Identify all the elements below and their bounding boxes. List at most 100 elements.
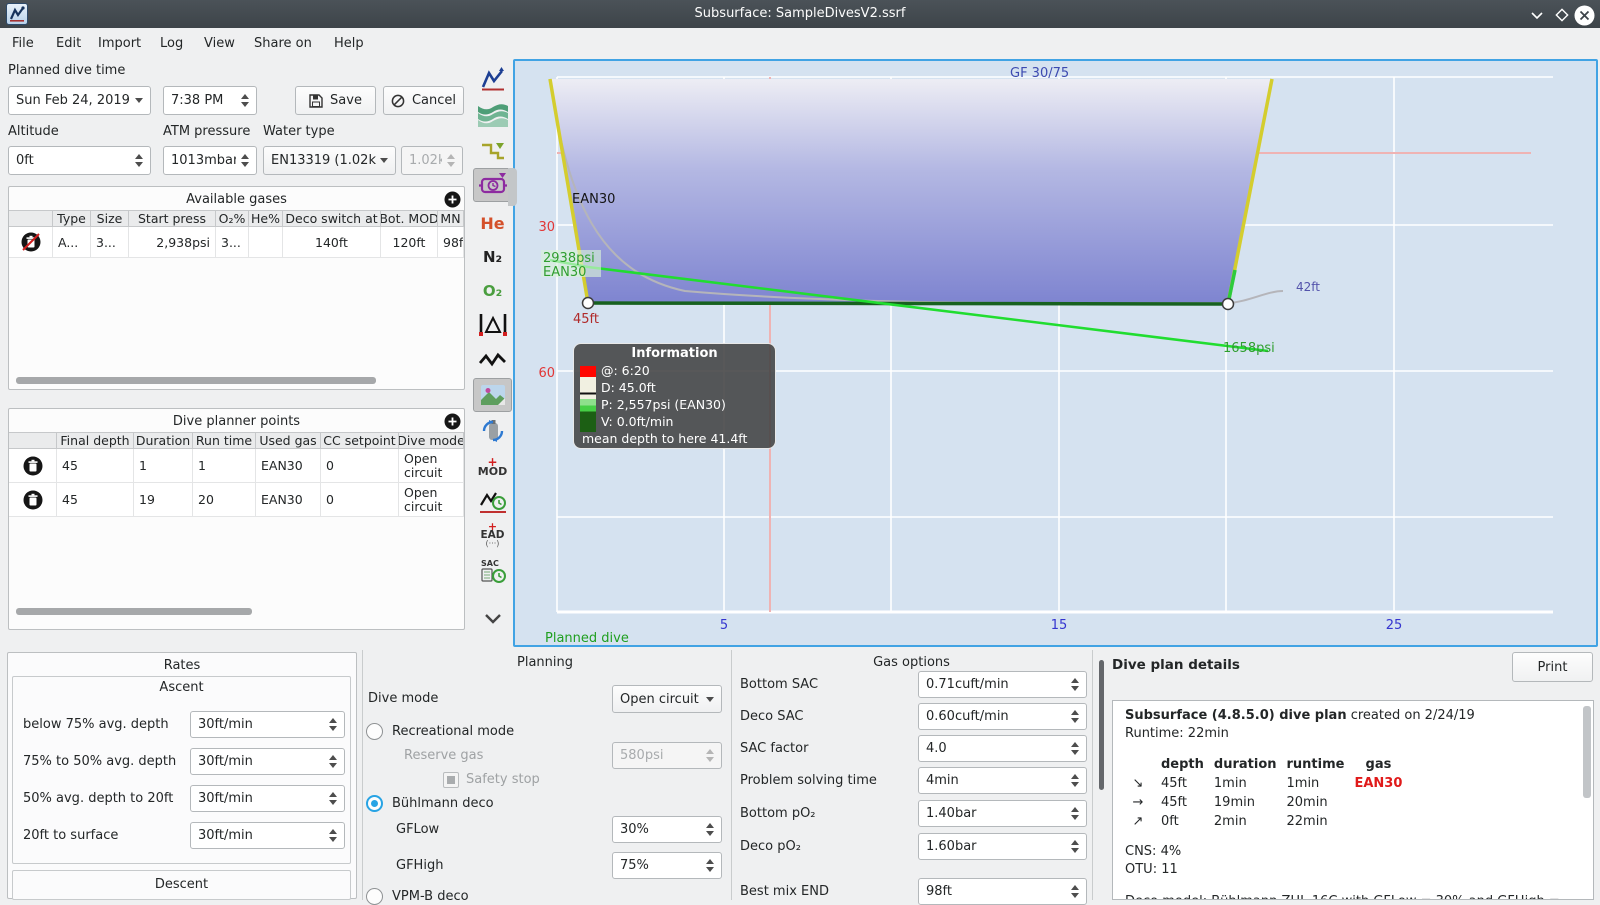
plan-text-scrollbar[interactable] bbox=[1583, 706, 1591, 798]
gas-bot-mod-cell[interactable]: 120ft bbox=[381, 227, 438, 258]
add-gas-button[interactable] bbox=[444, 191, 461, 208]
altitude-spinbox[interactable]: 0ft bbox=[8, 146, 151, 175]
buhlmann-deco-radio[interactable] bbox=[366, 795, 383, 812]
menu-import[interactable]: Import bbox=[94, 34, 145, 53]
toolbar-dc-ceiling-icon[interactable] bbox=[473, 168, 512, 202]
points-col-final-depth[interactable]: Final depth bbox=[57, 432, 134, 449]
dive-plan-text[interactable]: Subsurface (4.8.5.0) dive plan created o… bbox=[1112, 700, 1594, 900]
gas-o2-cell[interactable]: 3... bbox=[216, 227, 249, 258]
points-horizontal-scrollbar[interactable] bbox=[16, 608, 252, 615]
gflow-spinbox[interactable]: 30% bbox=[612, 816, 722, 843]
point-cc-setpoint-cell[interactable]: 0 bbox=[321, 449, 399, 483]
spinner-arrows-icon[interactable] bbox=[701, 823, 714, 836]
point-used-gas-cell[interactable]: EAN30 bbox=[256, 483, 321, 517]
spinner-arrows-icon[interactable] bbox=[1066, 710, 1079, 723]
gas-type-cell[interactable]: A... bbox=[53, 227, 91, 258]
best-mix-end-spinbox[interactable]: 98ft bbox=[918, 878, 1087, 905]
gases-col-bot-mod[interactable]: Bot. MOD bbox=[381, 210, 438, 227]
toolbar-photos-icon[interactable] bbox=[473, 378, 512, 412]
save-button[interactable]: Save bbox=[295, 86, 376, 115]
cancel-button[interactable]: Cancel bbox=[383, 86, 464, 115]
gases-col-start-press[interactable]: Start press bbox=[129, 210, 216, 227]
dive-date-combobox[interactable]: Sun Feb 24, 2019 bbox=[8, 86, 151, 115]
delete-point-icon[interactable] bbox=[9, 483, 57, 517]
vpmb-deco-radio[interactable] bbox=[366, 888, 383, 905]
toolbar-o2-icon[interactable]: O₂ bbox=[473, 274, 512, 308]
gas-mnd-cell[interactable]: 98f bbox=[438, 227, 464, 258]
point-used-gas-cell[interactable]: EAN30 bbox=[256, 449, 321, 483]
bottom-po2-spinbox[interactable]: 1.40bar bbox=[918, 800, 1087, 827]
menu-view[interactable]: View bbox=[200, 34, 239, 53]
points-col-duration[interactable]: Duration bbox=[134, 432, 193, 449]
dive-mode-combobox[interactable]: Open circuit bbox=[612, 685, 722, 713]
menu-file[interactable]: File bbox=[8, 34, 38, 53]
add-point-button[interactable] bbox=[444, 413, 461, 430]
points-col-used-gas[interactable]: Used gas bbox=[256, 432, 321, 449]
spinner-arrows-icon[interactable] bbox=[324, 755, 337, 768]
spinner-arrows-icon[interactable] bbox=[236, 94, 249, 107]
rate-spinbox-3[interactable]: 30ft/min bbox=[190, 785, 345, 812]
deco-sac-spinbox[interactable]: 0.60cuft/min bbox=[918, 703, 1087, 730]
gfhigh-spinbox[interactable]: 75% bbox=[612, 852, 722, 879]
dive-time-spinbox[interactable]: 7:38 PM bbox=[163, 86, 257, 115]
spinner-arrows-icon[interactable] bbox=[236, 154, 249, 167]
points-col-cc-setpoint[interactable]: CC setpoint bbox=[321, 432, 399, 449]
atm-pressure-spinbox[interactable]: 1013mbar bbox=[163, 146, 257, 175]
point-dive-mode-cell[interactable]: Open circuit bbox=[399, 449, 464, 483]
toolbar-ead-icon[interactable]: + EAD (···) bbox=[473, 518, 512, 552]
point-duration-cell[interactable]: 19 bbox=[134, 483, 193, 517]
spinner-arrows-icon[interactable] bbox=[1066, 742, 1079, 755]
gases-horizontal-scrollbar[interactable] bbox=[16, 377, 376, 384]
toolbar-dive-time-icon[interactable] bbox=[473, 484, 512, 518]
point-cc-setpoint-cell[interactable]: 0 bbox=[321, 483, 399, 517]
toolbar-scroll-down-icon[interactable] bbox=[473, 602, 512, 636]
sac-factor-spinbox[interactable]: 4.0 bbox=[918, 735, 1087, 762]
rate-spinbox-1[interactable]: 30ft/min bbox=[190, 711, 345, 738]
point-run-time-cell[interactable]: 20 bbox=[193, 483, 256, 517]
spinner-arrows-icon[interactable] bbox=[1066, 885, 1079, 898]
delete-gas-icon[interactable] bbox=[9, 227, 53, 258]
title-bar[interactable]: Subsurface: SampleDivesV2.ssrf bbox=[0, 0, 1600, 28]
spinner-arrows-icon[interactable] bbox=[701, 859, 714, 872]
recreational-mode-radio[interactable] bbox=[366, 723, 383, 740]
spinner-arrows-icon[interactable] bbox=[1066, 678, 1079, 691]
gas-he-cell[interactable] bbox=[249, 227, 283, 258]
toolbar-calculated-ceiling-icon[interactable] bbox=[473, 134, 512, 168]
point-duration-cell[interactable]: 1 bbox=[134, 449, 193, 483]
spinner-arrows-icon[interactable] bbox=[1066, 807, 1079, 820]
spinner-arrows-icon[interactable] bbox=[130, 154, 143, 167]
point-final-depth-cell[interactable]: 45 bbox=[57, 449, 134, 483]
point-run-time-cell[interactable]: 1 bbox=[193, 449, 256, 483]
problem-solving-time-spinbox[interactable]: 4min bbox=[918, 767, 1087, 794]
toolbar-gas-change-icon[interactable] bbox=[473, 414, 512, 448]
gases-col-deco-switch[interactable]: Deco switch at bbox=[283, 210, 381, 227]
bottom-sac-spinbox[interactable]: 0.71cuft/min bbox=[918, 671, 1087, 698]
print-button[interactable]: Print bbox=[1512, 652, 1593, 682]
gases-col-o2[interactable]: O₂% bbox=[216, 210, 249, 227]
spinner-arrows-icon[interactable] bbox=[324, 718, 337, 731]
toolbar-dive-profile-icon[interactable] bbox=[473, 62, 512, 96]
waypoint-handle[interactable] bbox=[581, 296, 595, 310]
toolbar-heart-rate-icon[interactable] bbox=[473, 344, 512, 378]
toolbar-he-icon[interactable]: He bbox=[473, 206, 512, 240]
point-dive-mode-cell[interactable]: Open circuit bbox=[399, 483, 464, 517]
waypoint-handle[interactable] bbox=[1221, 297, 1235, 311]
spinner-arrows-icon[interactable] bbox=[324, 829, 337, 842]
menu-help[interactable]: Help bbox=[330, 34, 368, 53]
delete-point-icon[interactable] bbox=[9, 449, 57, 483]
maximize-button[interactable] bbox=[1551, 4, 1573, 26]
spinner-arrows-icon[interactable] bbox=[324, 792, 337, 805]
gas-start-press-cell[interactable]: 2,938psi bbox=[129, 227, 216, 258]
minimize-button[interactable] bbox=[1526, 4, 1548, 26]
plan-panel-scrollbar[interactable] bbox=[1099, 660, 1104, 790]
water-type-combobox[interactable]: EN13319 (1.02k bbox=[263, 146, 396, 175]
gases-col-type[interactable]: Type bbox=[53, 210, 91, 227]
points-col-run-time[interactable]: Run time bbox=[193, 432, 256, 449]
rate-spinbox-2[interactable]: 30ft/min bbox=[190, 748, 345, 775]
gases-col-he[interactable]: He% bbox=[249, 210, 283, 227]
close-button[interactable] bbox=[1573, 4, 1595, 26]
toolbar-sac-rate-icon[interactable]: SAC bbox=[473, 554, 512, 588]
toolbar-n2-icon[interactable]: N₂ bbox=[473, 240, 512, 274]
gases-col-mnd[interactable]: MN bbox=[438, 210, 464, 227]
gas-deco-switch-cell[interactable]: 140ft bbox=[283, 227, 381, 258]
